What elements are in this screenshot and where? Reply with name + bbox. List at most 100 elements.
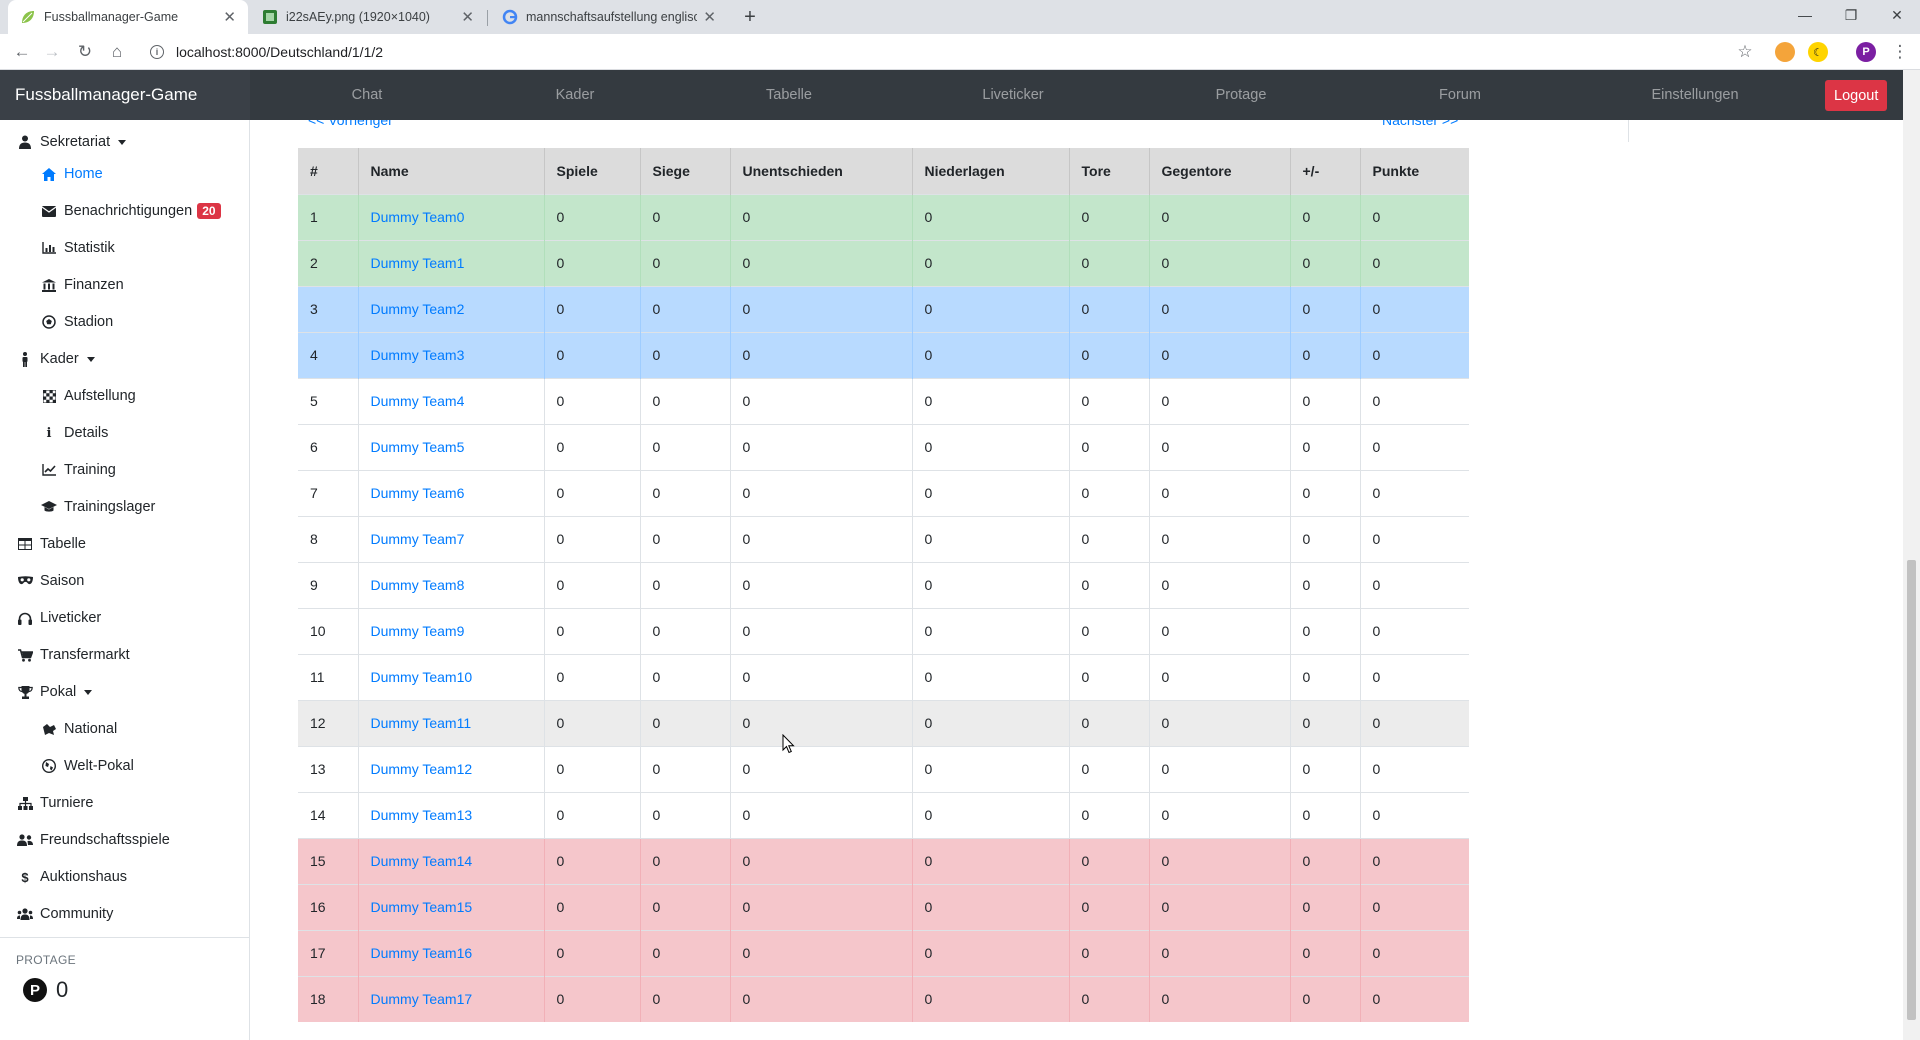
extension-moon-icon[interactable]: ☾: [1808, 42, 1828, 62]
nav-chat[interactable]: Chat: [337, 70, 397, 120]
nav-liveticker[interactable]: Liveticker: [973, 70, 1053, 120]
browser-tab-fussballmanager[interactable]: Fussballmanager-Game ✕: [8, 0, 248, 34]
sidebar-item-stadion[interactable]: Stadion: [40, 310, 113, 334]
sidebar-item-benachrichtigungen[interactable]: Benachrichtigungen 20: [40, 199, 221, 223]
team-link[interactable]: Dummy Team4: [371, 393, 465, 409]
team-link[interactable]: Dummy Team5: [371, 439, 465, 455]
nav-forum[interactable]: Forum: [1425, 70, 1495, 120]
minimize-icon[interactable]: —: [1782, 0, 1828, 30]
cell-siege: 0: [640, 515, 731, 562]
home-icon[interactable]: ⌂: [105, 40, 129, 64]
sidebar-item-trainingslager[interactable]: Trainingslager: [40, 495, 155, 519]
browser-menu-icon[interactable]: ⋮: [1888, 40, 1912, 64]
tab-close-icon[interactable]: ✕: [223, 8, 236, 26]
cell-gegentore: 0: [1149, 929, 1291, 976]
cell-unentschieden: 0: [730, 699, 913, 746]
sidebar-item-home[interactable]: Home: [40, 162, 103, 186]
sidebar-item-statistik[interactable]: Statistik: [40, 236, 115, 260]
sidebar-item-transfermarkt[interactable]: Transfermarkt: [16, 643, 130, 667]
sidebar-item-welt-pokal[interactable]: Welt-Pokal: [40, 754, 134, 778]
team-link[interactable]: Dummy Team13: [371, 807, 473, 823]
table-row: 10 Dummy Team9 0 0 0 0 0 0 0 0: [298, 607, 1469, 654]
team-link[interactable]: Dummy Team10: [371, 669, 473, 685]
cell-diff: 0: [1290, 239, 1361, 286]
profile-avatar[interactable]: P: [1856, 42, 1876, 62]
page-scrollbar[interactable]: [1903, 70, 1920, 1040]
logout-button[interactable]: Logout: [1825, 80, 1888, 111]
team-link[interactable]: Dummy Team2: [371, 301, 465, 317]
sidebar-item-auktionshaus[interactable]: $ Auktionshaus: [16, 865, 127, 889]
tab-close-icon[interactable]: ✕: [461, 8, 474, 26]
forward-icon[interactable]: →: [40, 40, 64, 64]
cell-punkte: 0: [1360, 193, 1469, 240]
team-link[interactable]: Dummy Team3: [371, 347, 465, 363]
cell-unentschieden: 0: [730, 929, 913, 976]
site-info-icon[interactable]: i: [150, 45, 164, 59]
sidebar-item-training[interactable]: Training: [40, 458, 116, 482]
team-link[interactable]: Dummy Team17: [371, 991, 473, 1007]
app-navbar: Fussballmanager-Game Chat Kader Tabelle …: [0, 70, 1903, 120]
team-link[interactable]: Dummy Team0: [371, 209, 465, 225]
browser-tab-image[interactable]: i22sAEy.png (1920×1040) ✕: [250, 0, 486, 34]
tab-close-icon[interactable]: ✕: [703, 8, 716, 26]
cell-spiele: 0: [544, 377, 641, 424]
sidebar-item-community[interactable]: Community: [16, 902, 113, 926]
cell-diff: 0: [1290, 469, 1361, 516]
sidebar-item-tabelle[interactable]: Tabelle: [16, 532, 86, 556]
football-icon: [40, 315, 58, 329]
team-link[interactable]: Dummy Team8: [371, 577, 465, 593]
browser-tab-google[interactable]: mannschaftsaufstellung englisch ✕: [490, 0, 728, 34]
team-link[interactable]: Dummy Team1: [371, 255, 465, 271]
sidebar-item-freundschaftsspiele[interactable]: Freundschaftsspiele: [16, 828, 170, 852]
sidebar-item-turniere[interactable]: Turniere: [16, 791, 93, 815]
sidebar-item-finanzen[interactable]: Finanzen: [40, 273, 124, 297]
team-link[interactable]: Dummy Team11: [371, 715, 472, 731]
prev-link[interactable]: << Vorheriger: [308, 120, 393, 128]
sidebar-item-liveticker[interactable]: Liveticker: [16, 606, 101, 630]
restore-icon[interactable]: ❐: [1828, 0, 1874, 30]
bookmark-star-icon[interactable]: ☆: [1733, 40, 1757, 64]
cell-niederlagen: 0: [912, 883, 1070, 930]
sitemap-icon: [16, 796, 34, 810]
new-tab-icon[interactable]: +: [738, 5, 762, 29]
nav-einstellungen[interactable]: Einstellungen: [1645, 70, 1745, 120]
team-link[interactable]: Dummy Team7: [371, 531, 465, 547]
team-link[interactable]: Dummy Team9: [371, 623, 465, 639]
sidebar-item-details[interactable]: i Details: [40, 421, 109, 445]
team-link[interactable]: Dummy Team16: [371, 945, 473, 961]
sidebar-item-saison[interactable]: Saison: [16, 569, 84, 593]
team-link[interactable]: Dummy Team12: [371, 761, 473, 777]
back-icon[interactable]: ←: [10, 40, 34, 64]
close-window-icon[interactable]: ✕: [1874, 0, 1920, 30]
team-link[interactable]: Dummy Team14: [371, 853, 473, 869]
sidebar-item-label: Liveticker: [40, 610, 102, 626]
next-link[interactable]: Nächster >>: [1382, 120, 1458, 128]
cell-tore: 0: [1069, 975, 1150, 1022]
reload-icon[interactable]: ↻: [73, 40, 97, 64]
sidebar-item-kader[interactable]: Kader: [16, 347, 95, 371]
cell-spiele: 0: [544, 193, 641, 240]
users-icon: [16, 834, 34, 846]
sidebar-item-aufstellung[interactable]: Aufstellung: [40, 384, 136, 408]
scrollbar-thumb[interactable]: [1907, 560, 1916, 1020]
sidebar-item-national[interactable]: National: [40, 717, 117, 741]
extension-cookie-icon[interactable]: [1775, 42, 1795, 62]
cell-spiele: 0: [544, 607, 641, 654]
team-link[interactable]: Dummy Team6: [371, 485, 465, 501]
cell-unentschieden: 0: [730, 745, 913, 792]
nav-kader[interactable]: Kader: [545, 70, 605, 120]
nav-tabelle[interactable]: Tabelle: [754, 70, 824, 120]
cell-unentschieden: 0: [730, 837, 913, 884]
brand-title[interactable]: Fussballmanager-Game: [0, 70, 250, 120]
address-bar[interactable]: i localhost:8000/Deutschland/1/1/2: [140, 38, 1740, 66]
headphones-icon: [16, 612, 34, 625]
table-icon: [16, 538, 34, 550]
nav-protage[interactable]: Protage: [1201, 70, 1281, 120]
sidebar-item-pokal[interactable]: Pokal: [16, 680, 93, 704]
cell-spiele: 0: [544, 929, 641, 976]
team-link[interactable]: Dummy Team15: [371, 899, 473, 915]
cell-gegentore: 0: [1149, 193, 1291, 240]
cell-tore: 0: [1069, 285, 1150, 332]
sidebar-item-label: Trainingslager: [64, 499, 156, 515]
sidebar-item-sekretariat[interactable]: Sekretariat: [16, 130, 127, 154]
